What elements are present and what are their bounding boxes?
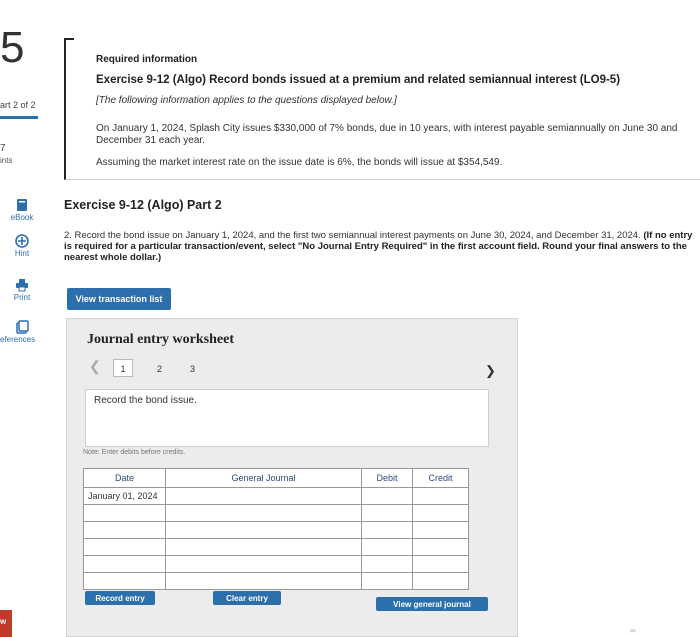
part-indicator: art 2 of 2 [0, 100, 36, 110]
problem-paragraph-1: On January 1, 2024, Splash City issues $… [96, 123, 678, 146]
debits-note: Note: Enter debits before credits. [83, 449, 186, 456]
date-cell [83, 504, 166, 522]
part-instructions: 2. Record the bond issue on January 1, 2… [64, 230, 700, 263]
account-field[interactable] [165, 555, 362, 573]
record-entry-button[interactable]: Record entry [85, 591, 155, 605]
print-icon [16, 279, 28, 292]
mw-badge: w [0, 610, 12, 637]
date-cell [83, 521, 166, 539]
worksheet-title: Journal entry worksheet [87, 332, 234, 347]
date-cell: January 01, 2024 [83, 487, 166, 505]
column-header-debit: Debit [361, 468, 413, 488]
print-button[interactable]: Print [0, 278, 44, 302]
credit-field[interactable] [412, 555, 469, 573]
transaction-prompt-box: Record the bond issue. [85, 389, 489, 447]
debit-field[interactable] [361, 521, 413, 539]
credit-field[interactable] [412, 538, 469, 556]
page-tab-1[interactable]: 1 [113, 359, 133, 377]
date-cell [83, 572, 166, 590]
debit-field[interactable] [361, 487, 413, 505]
applies-note: [The following information applies to th… [96, 95, 397, 106]
column-header-date: Date [83, 468, 166, 488]
exercise-title: Exercise 9-12 (Algo) Record bonds issued… [96, 74, 621, 86]
page-tab-2[interactable]: 2 [157, 364, 162, 374]
page-tab-3[interactable]: 3 [190, 364, 195, 374]
table-row [83, 572, 469, 590]
date-cell [83, 538, 166, 556]
hint-icon [15, 234, 29, 248]
account-field[interactable] [165, 487, 362, 505]
debit-field[interactable] [361, 504, 413, 522]
print-label: Print [13, 293, 31, 302]
column-header-credit: Credit [412, 468, 469, 488]
ebook-label: eBook [10, 213, 34, 222]
left-sidebar: 5 art 2 of 2 7 ints eBook Hint Print efe… [0, 0, 44, 637]
debit-field[interactable] [361, 555, 413, 573]
account-field[interactable] [165, 521, 362, 539]
table-header-row: Date General Journal Debit Credit [83, 468, 469, 488]
hint-label: Hint [14, 249, 30, 258]
references-label: eferences [0, 335, 36, 344]
credit-field[interactable] [412, 504, 469, 522]
table-row [83, 538, 469, 556]
problem-paragraph-2: Assuming the market interest rate on the… [96, 157, 503, 168]
table-row: January 01, 2024 [83, 487, 469, 505]
chevron-right-icon[interactable]: ❯ [485, 363, 496, 379]
view-transaction-list-button[interactable]: View transaction list [67, 288, 171, 310]
debit-field[interactable] [361, 538, 413, 556]
account-field[interactable] [165, 504, 362, 522]
table-row [83, 555, 469, 573]
view-general-journal-button[interactable]: View general journal [376, 597, 488, 611]
instruction-text: 2. Record the bond issue on January 1, 2… [64, 230, 641, 241]
transaction-prompt: Record the bond issue. [94, 395, 197, 406]
link-icon: ∞ [630, 626, 636, 635]
date-cell [83, 555, 166, 573]
part-title: Exercise 9-12 (Algo) Part 2 [64, 198, 222, 212]
debit-field[interactable] [361, 572, 413, 590]
credit-field[interactable] [412, 521, 469, 539]
part-progress-bar [0, 116, 38, 119]
points-label: ints [0, 156, 13, 165]
book-icon [17, 199, 27, 211]
account-field[interactable] [165, 538, 362, 556]
ebook-button[interactable]: eBook [0, 198, 44, 222]
references-button[interactable]: eferences [0, 320, 44, 344]
credit-field[interactable] [412, 572, 469, 590]
question-number: 5 [0, 23, 25, 72]
journal-entry-worksheet: Journal entry worksheet ❮ 1 2 3 ❯ Record… [66, 318, 518, 637]
required-information-block: Required information Exercise 9-12 (Algo… [64, 38, 700, 180]
column-header-general-journal: General Journal [165, 468, 362, 488]
table-row [83, 521, 469, 539]
account-field[interactable] [165, 572, 362, 590]
journal-table: Date General Journal Debit Credit Januar… [83, 468, 469, 590]
hint-button[interactable]: Hint [0, 234, 44, 258]
references-icon [16, 320, 29, 334]
points-value: 7 [0, 143, 6, 154]
credit-field[interactable] [412, 487, 469, 505]
chevron-left-icon[interactable]: ❮ [89, 358, 101, 375]
table-row [83, 504, 469, 522]
info-border-tick [64, 38, 74, 40]
clear-entry-button[interactable]: Clear entry [213, 591, 281, 605]
required-heading: Required information [96, 54, 198, 65]
